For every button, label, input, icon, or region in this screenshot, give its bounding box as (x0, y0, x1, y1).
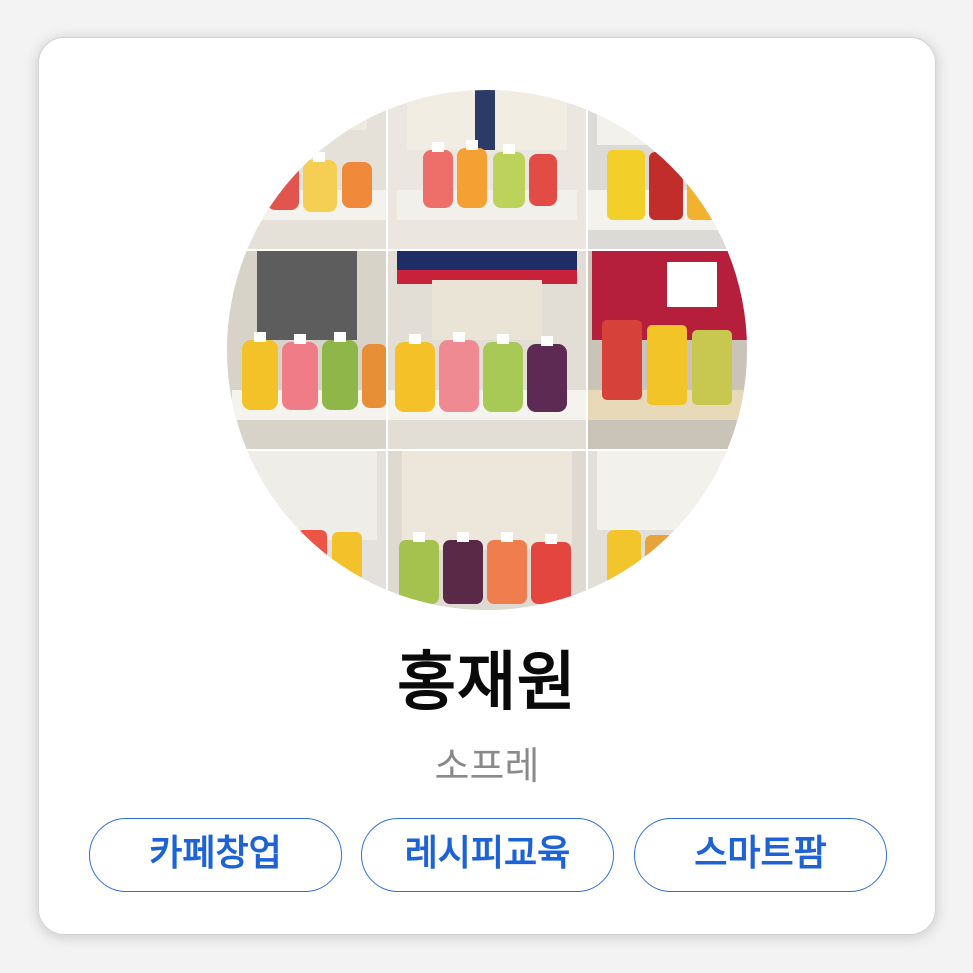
profile-avatar[interactable] (227, 90, 747, 610)
tag-cafe-startup[interactable]: 카페창업 (89, 818, 342, 892)
profile-name: 홍재원 (397, 646, 577, 720)
profile-card: 홍재원 소프레 카페창업 레시피교육 스마트팜 (38, 37, 936, 935)
tag-recipe-education[interactable]: 레시피교육 (361, 818, 614, 892)
profile-subtitle: 소프레 (434, 744, 540, 788)
juice-collage-image (227, 90, 747, 610)
tag-smart-farm[interactable]: 스마트팜 (634, 818, 887, 892)
tag-list: 카페창업 레시피교육 스마트팜 (89, 818, 887, 894)
